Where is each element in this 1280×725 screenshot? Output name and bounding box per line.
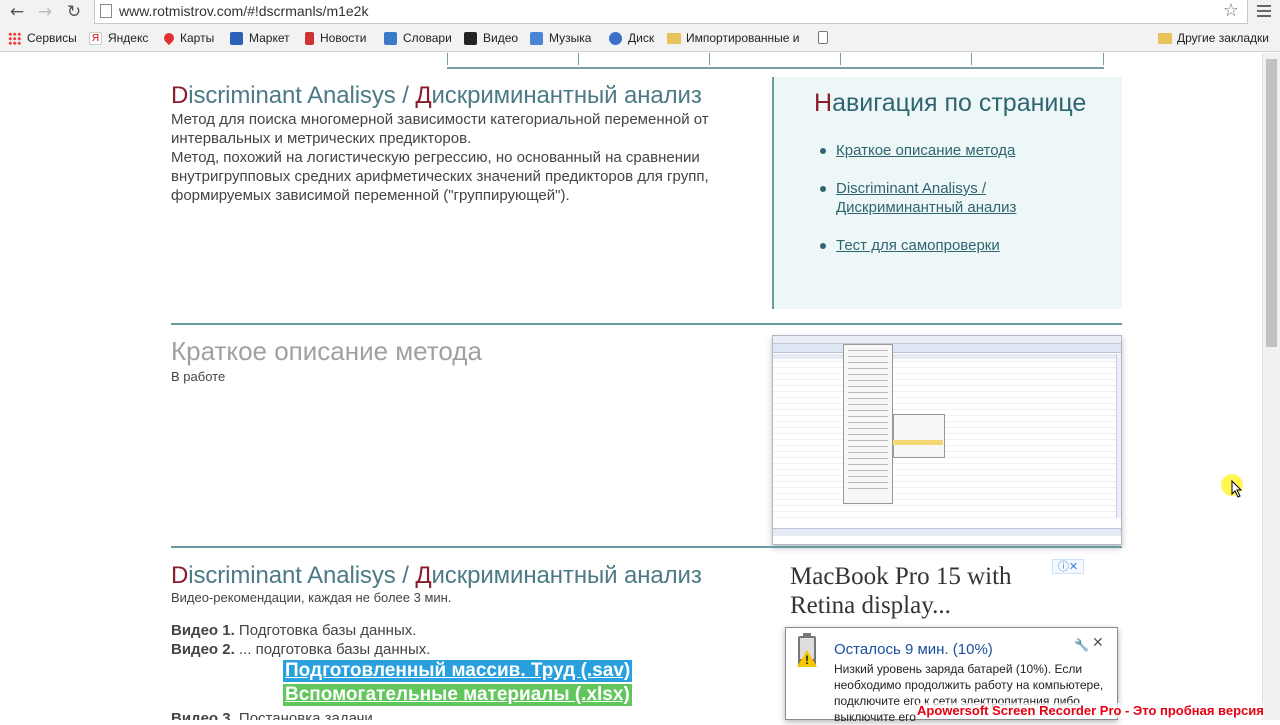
bookmark-label: Карты [180,31,215,45]
spss-view-tabs [775,521,819,534]
warning-icon: ! [797,650,817,667]
spss-scrollbar [1116,354,1121,518]
bookmark-news[interactable]: Новости [305,31,366,45]
adchoices-close-icon[interactable]: ⓘ✕ [1052,559,1084,574]
battery-warning-title: Осталось 9 мин. (10%) [834,641,993,658]
bookmark-label: Словари [403,31,452,45]
other-bookmarks[interactable]: Другие закладки [1158,31,1269,45]
section-divider [171,546,1122,548]
bookmark-video[interactable]: Видео [464,31,518,45]
page-icon [818,31,828,44]
method-summary-heading: Краткое описание метода [171,336,482,366]
bookmark-label: Новости [320,31,367,45]
recorder-watermark: Apowersoft Screen Recorder Pro - Это про… [917,703,1264,718]
cursor-arrow-icon [1231,480,1243,498]
bookmark-label: Музыка [549,31,592,45]
yandex-icon: Я [89,31,102,45]
cart-icon [230,31,243,45]
ad-title[interactable]: MacBook Pro 15 with Retina display... [790,562,1012,620]
bookmark-page[interactable] [818,31,834,44]
reload-icon[interactable]: ↻ [63,1,85,23]
menu-icon[interactable] [1254,2,1274,22]
bookmark-dictionary[interactable]: Словари [384,31,452,45]
bookmark-music[interactable]: Музыка [530,31,591,45]
bookmark-label: Сервисы [27,31,77,45]
bookmark-market[interactable]: Маркет [230,31,290,45]
scrollbar-thumb[interactable] [1266,59,1277,347]
spss-menubar [773,336,1121,344]
browser-toolbar: ← → ↻ www.rotmistrov.com/#!dscrmanls/m1e… [0,0,1280,24]
discriminant-video-title: Discriminant Analisys / Дискриминантный … [171,562,702,589]
address-bar[interactable]: www.rotmistrov.com/#!dscrmanls/m1e2k ☆ [94,0,1248,24]
other-bookmarks-label: Другие закладки [1177,31,1269,45]
spss-column-header [773,354,1121,359]
apps-icon [8,31,21,45]
bookmark-label: Импортированные и [686,31,800,45]
spss-screenshot-image[interactable] [772,335,1122,545]
spss-toolbar [773,344,1121,353]
page-navigation-box: Навигация по странице Краткое описание м… [772,77,1122,309]
forward-arrow-icon[interactable]: → [34,1,56,23]
spss-statusbar [773,528,1121,536]
bookmark-label: Маркет [249,31,290,45]
spss-analyze-menu [843,344,893,504]
folder-icon [1158,32,1172,44]
bookmark-label: Яндекс [108,31,149,45]
bookmark-services[interactable]: Сервисы [8,31,77,45]
bookmark-label: Диск [628,31,655,45]
video-item-3[interactable]: Видео 3. Постановка задачи [171,710,373,720]
page-content: Discriminant Analisys / Дискриминантный … [0,53,1262,720]
video-recommendations-subtitle: Видео-рекомендации, каждая не более 3 ми… [171,590,452,605]
video-item-2[interactable]: Видео 2. ... подготовка базы данных. [171,641,430,658]
bookmark-imported[interactable]: Импортированные и [667,31,800,45]
method-description: Метод для поиска многомерной зависимости… [171,110,761,205]
bookmark-label: Видео [483,31,519,45]
bookmarks-bar: Сервисы Я Яндекс Карты Маркет Новости Сл… [0,24,1280,52]
bookmark-star-icon[interactable]: ☆ [1223,0,1239,21]
bookmark-disk[interactable]: Диск [609,31,654,45]
spss-classify-submenu [893,414,945,458]
bookmark-maps[interactable]: Карты [161,30,215,46]
bookmark-yandex[interactable]: Я Яндекс [89,31,148,45]
dictionary-icon [384,31,397,45]
music-icon [530,31,543,45]
nav-link-discriminant-analysis[interactable]: Discriminant Analisys / Дискриминантный … [818,179,1048,217]
close-icon[interactable]: ✕ [1092,635,1104,651]
spss-menu-highlight [893,440,943,445]
news-icon [305,31,314,45]
top-menu-strip [447,53,1104,69]
page-scrollbar[interactable] [1262,53,1280,720]
method-description-p1: Метод для поиска многомерной зависимости… [171,111,709,147]
maps-pin-icon [161,30,177,46]
nav-link-method-summary[interactable]: Краткое описание метода [818,141,1048,160]
download-xlsx-link[interactable]: Вспомогательные материалы (.xlsx) [283,684,632,706]
wrench-icon[interactable]: 🔧 [1074,638,1089,652]
method-description-p2: Метод, похожий на логистическую регресси… [171,149,709,204]
url-text[interactable]: www.rotmistrov.com/#!dscrmanls/m1e2k [119,3,368,19]
nav-link-self-test[interactable]: Тест для самопроверки [818,236,1048,255]
video-item-1[interactable]: Видео 1. Подготовка базы данных. [171,622,416,639]
video-icon [464,31,477,45]
section-divider [171,323,1122,325]
disk-icon [609,31,622,45]
page-navigation-title: Навигация по странице [814,89,1087,117]
back-arrow-icon[interactable]: ← [6,1,28,23]
page-navigation-list: Краткое описание метода Discriminant Ana… [818,141,1048,274]
download-sav-link[interactable]: Подготовленный массив. Труд (.sav) [283,660,633,682]
mouse-cursor-highlight [1221,474,1243,498]
page-icon [100,4,112,18]
spss-data-grid [773,354,1121,518]
discriminant-title: Discriminant Analisys / Дискриминантный … [171,82,702,109]
folder-icon [667,32,681,44]
method-summary-status: В работе [171,369,226,384]
